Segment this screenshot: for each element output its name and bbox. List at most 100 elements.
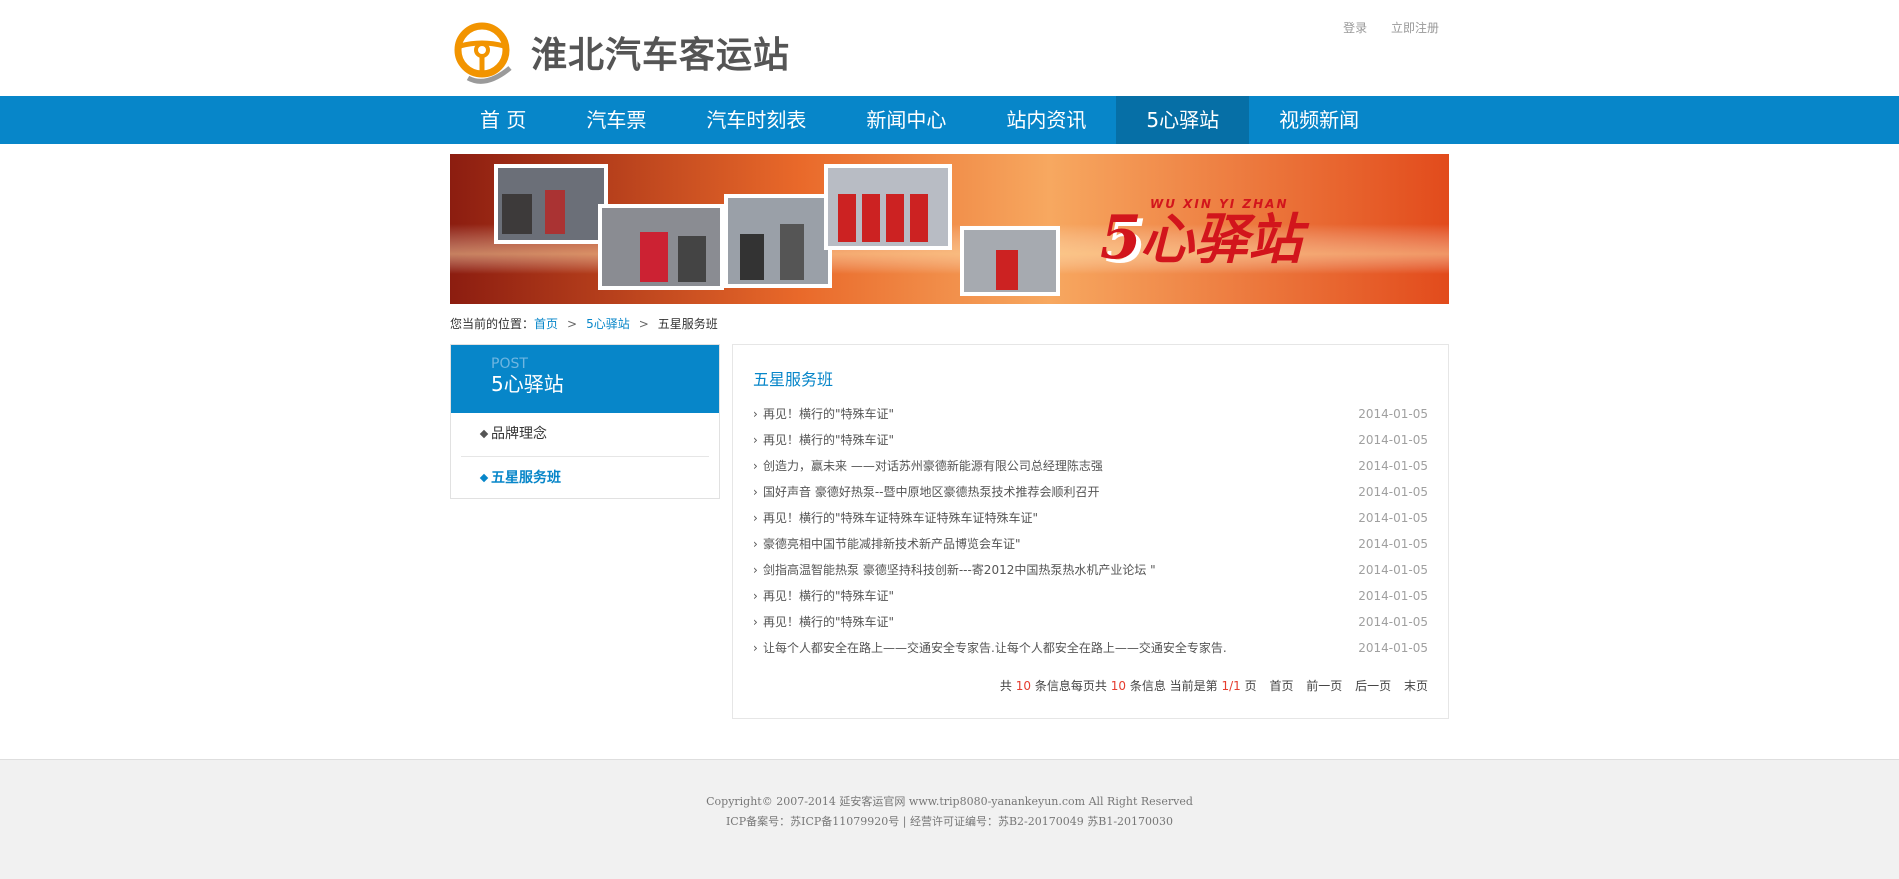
list-item: › 再见！横行的"特殊车证" 2014-01-05 <box>753 401 1428 427</box>
pager-text: 共 <box>999 679 1012 693</box>
nav-item-home[interactable]: 首 页 <box>450 96 556 144</box>
nav-item-timetable[interactable]: 汽车时刻表 <box>676 96 836 144</box>
nav-item-five-heart-station[interactable]: 5心驿站 <box>1116 96 1250 144</box>
pagination: 共 10 条信息每页共 10 条信息 当前是第 1/1 页 首页 前一页 后一页… <box>1000 677 1428 694</box>
article-link[interactable]: 国好声音 豪德好热泵--暨中原地区豪德热泵技术推荐会顺利召开 <box>763 485 1099 499</box>
nav-item-bus-tickets[interactable]: 汽车票 <box>556 96 676 144</box>
list-item: › 让每个人都安全在路上——交通安全专家告.让每个人都安全在路上——交通安全专家告… <box>753 635 1428 661</box>
banner-image: 5 5 心驿站 WU XIN YI ZHAN <box>450 154 1449 304</box>
list-item: › 豪德亮相中国节能减排新技术新产品博览会车证" 2014-01-05 <box>753 531 1428 557</box>
article-date: 2014-01-05 <box>1358 433 1428 447</box>
footer-license: ICP备案号：苏ICP备11079920号 | 经营许可证编号：苏B2-2017… <box>725 815 1174 828</box>
article-link[interactable]: 再见！横行的"特殊车证特殊车证特殊车证特殊车证" <box>763 511 1038 525</box>
pager-first-link[interactable]: 首页 <box>1269 679 1293 693</box>
article-date: 2014-01-05 <box>1358 563 1428 577</box>
article-date: 2014-01-05 <box>1358 641 1428 655</box>
sidebar: POST 5心驿站 品牌理念 五星服务班 <box>450 344 720 499</box>
chevron-right-icon: › <box>753 459 758 473</box>
sidebar-item-label: 品牌理念 <box>491 426 547 442</box>
article-link[interactable]: 剑指高温智能热泵 豪德坚持科技创新---寄2012中国热泵热水机产业论坛 " <box>763 563 1156 577</box>
diamond-bullet-icon <box>479 473 489 483</box>
list-item: › 剑指高温智能热泵 豪德坚持科技创新---寄2012中国热泵热水机产业论坛 " 2… <box>753 557 1428 583</box>
diamond-bullet-icon <box>479 429 489 439</box>
list-item: › 创造力，赢未来 ——对话苏州豪德新能源有限公司总经理陈志强 2014-01-05 <box>753 453 1428 479</box>
breadcrumb-current: 五星服务班 <box>657 317 718 331</box>
breadcrumb-home-link[interactable]: 首页 <box>534 317 558 331</box>
login-link[interactable]: 登录 <box>1343 21 1367 35</box>
list-item: › 国好声音 豪德好热泵--暨中原地区豪德热泵技术推荐会顺利召开 2014-01-0… <box>753 479 1428 505</box>
article-date: 2014-01-05 <box>1358 407 1428 421</box>
breadcrumb-prefix: 您当前的位置： <box>450 317 535 331</box>
sidebar-item-brand-concept[interactable]: 品牌理念 <box>461 413 709 456</box>
chevron-right-icon: › <box>753 485 758 499</box>
site-logo[interactable]: 淮北汽车客运站 <box>450 18 790 86</box>
list-item: › 再见！横行的"特殊车证" 2014-01-05 <box>753 583 1428 609</box>
sidebar-item-five-star-service[interactable]: 五星服务班 <box>461 456 709 499</box>
banner-photo-2 <box>598 204 724 290</box>
breadcrumb-separator: > <box>638 317 649 331</box>
nav-item-news-center[interactable]: 新闻中心 <box>836 96 976 144</box>
article-date: 2014-01-05 <box>1358 459 1428 473</box>
site-header: 淮北汽车客运站 登录 立即注册 <box>450 0 1449 96</box>
banner-title-text: 心驿站 <box>1140 208 1310 271</box>
steering-wheel-logo-icon <box>454 22 512 84</box>
sidebar-cn-title: 5心驿站 <box>491 372 564 396</box>
article-date: 2014-01-05 <box>1358 589 1428 603</box>
list-item: › 再见！横行的"特殊车证" 2014-01-05 <box>753 609 1428 635</box>
register-link[interactable]: 立即注册 <box>1391 21 1439 35</box>
banner-photo-5 <box>960 226 1060 296</box>
chevron-right-icon: › <box>753 433 758 447</box>
user-links: 登录 立即注册 <box>1323 19 1439 36</box>
list-title: 五星服务班 <box>753 370 834 389</box>
article-list-panel: 五星服务班 › 再见！横行的"特殊车证" 2014-01-05 › 再见！横行的"特殊… <box>732 344 1449 719</box>
sidebar-en-title: POST <box>491 356 528 372</box>
main-nav: 首 页 汽车票 汽车时刻表 新闻中心 站内资讯 5心驿站 视频新闻 <box>450 96 1389 144</box>
chevron-right-icon: › <box>753 537 758 551</box>
banner-pinyin: WU XIN YI ZHAN <box>1150 197 1289 211</box>
pager-next-link[interactable]: 后一页 <box>1355 679 1391 693</box>
breadcrumb-separator: > <box>567 317 578 331</box>
pager-current-page: 1/1 <box>1221 679 1241 693</box>
article-link[interactable]: 豪德亮相中国节能减排新技术新产品博览会车证" <box>763 537 1021 551</box>
article-date: 2014-01-05 <box>1358 511 1428 525</box>
footer-copyright: Copyright© 2007-2014 延安客运官网 www.trip8080… <box>706 795 1193 808</box>
article-link[interactable]: 创造力，赢未来 ——对话苏州豪德新能源有限公司总经理陈志强 <box>763 459 1103 473</box>
pager-total-count: 10 <box>1015 679 1032 693</box>
article-link[interactable]: 再见！横行的"特殊车证" <box>763 433 894 447</box>
sidebar-header: POST 5心驿站 <box>451 345 719 413</box>
banner-photo-1 <box>494 164 608 244</box>
chevron-right-icon: › <box>753 641 758 655</box>
breadcrumb: 您当前的位置：首页 >5心驿站 > 五星服务班 <box>450 314 1449 334</box>
main-nav-bar: 首 页 汽车票 汽车时刻表 新闻中心 站内资讯 5心驿站 视频新闻 <box>0 96 1899 144</box>
pager-text: 条信息 当前是第 <box>1129 679 1218 693</box>
article-list: › 再见！横行的"特殊车证" 2014-01-05 › 再见！横行的"特殊车证" 201… <box>753 401 1428 661</box>
chevron-right-icon: › <box>753 589 758 603</box>
article-date: 2014-01-05 <box>1358 615 1428 629</box>
pager-per-page-count: 10 <box>1110 679 1126 693</box>
chevron-right-icon: › <box>753 407 758 421</box>
article-link[interactable]: 让每个人都安全在路上——交通安全专家告.让每个人都安全在路上——交通安全专家告. <box>763 641 1227 655</box>
nav-item-station-info[interactable]: 站内资讯 <box>976 96 1116 144</box>
sidebar-item-label: 五星服务班 <box>491 470 561 486</box>
banner-photo-3 <box>724 194 832 288</box>
article-link[interactable]: 再见！横行的"特殊车证" <box>763 589 894 603</box>
chevron-right-icon: › <box>753 511 758 525</box>
article-date: 2014-01-05 <box>1358 537 1428 551</box>
pager-last-link[interactable]: 末页 <box>1404 679 1428 693</box>
article-link[interactable]: 再见！横行的"特殊车证" <box>763 615 894 629</box>
article-link[interactable]: 再见！横行的"特殊车证" <box>763 407 894 421</box>
breadcrumb-section-link[interactable]: 5心驿站 <box>586 317 630 331</box>
chevron-right-icon: › <box>753 615 758 629</box>
pager-text: 条信息每页共 <box>1034 679 1107 693</box>
chevron-right-icon: › <box>753 563 758 577</box>
pager-prev-link[interactable]: 前一页 <box>1306 679 1342 693</box>
banner-photo-4 <box>824 164 952 250</box>
article-date: 2014-01-05 <box>1358 485 1428 499</box>
site-footer: Copyright© 2007-2014 延安客运官网 www.trip8080… <box>0 759 1899 879</box>
section-banner: 5 5 心驿站 WU XIN YI ZHAN <box>450 154 1449 304</box>
site-name: 淮北汽车客运站 <box>531 35 791 76</box>
nav-item-video-news[interactable]: 视频新闻 <box>1249 96 1389 144</box>
list-item: › 再见！横行的"特殊车证" 2014-01-05 <box>753 427 1428 453</box>
pager-text: 页 <box>1244 679 1257 693</box>
banner-title-five: 5 <box>1100 203 1142 273</box>
